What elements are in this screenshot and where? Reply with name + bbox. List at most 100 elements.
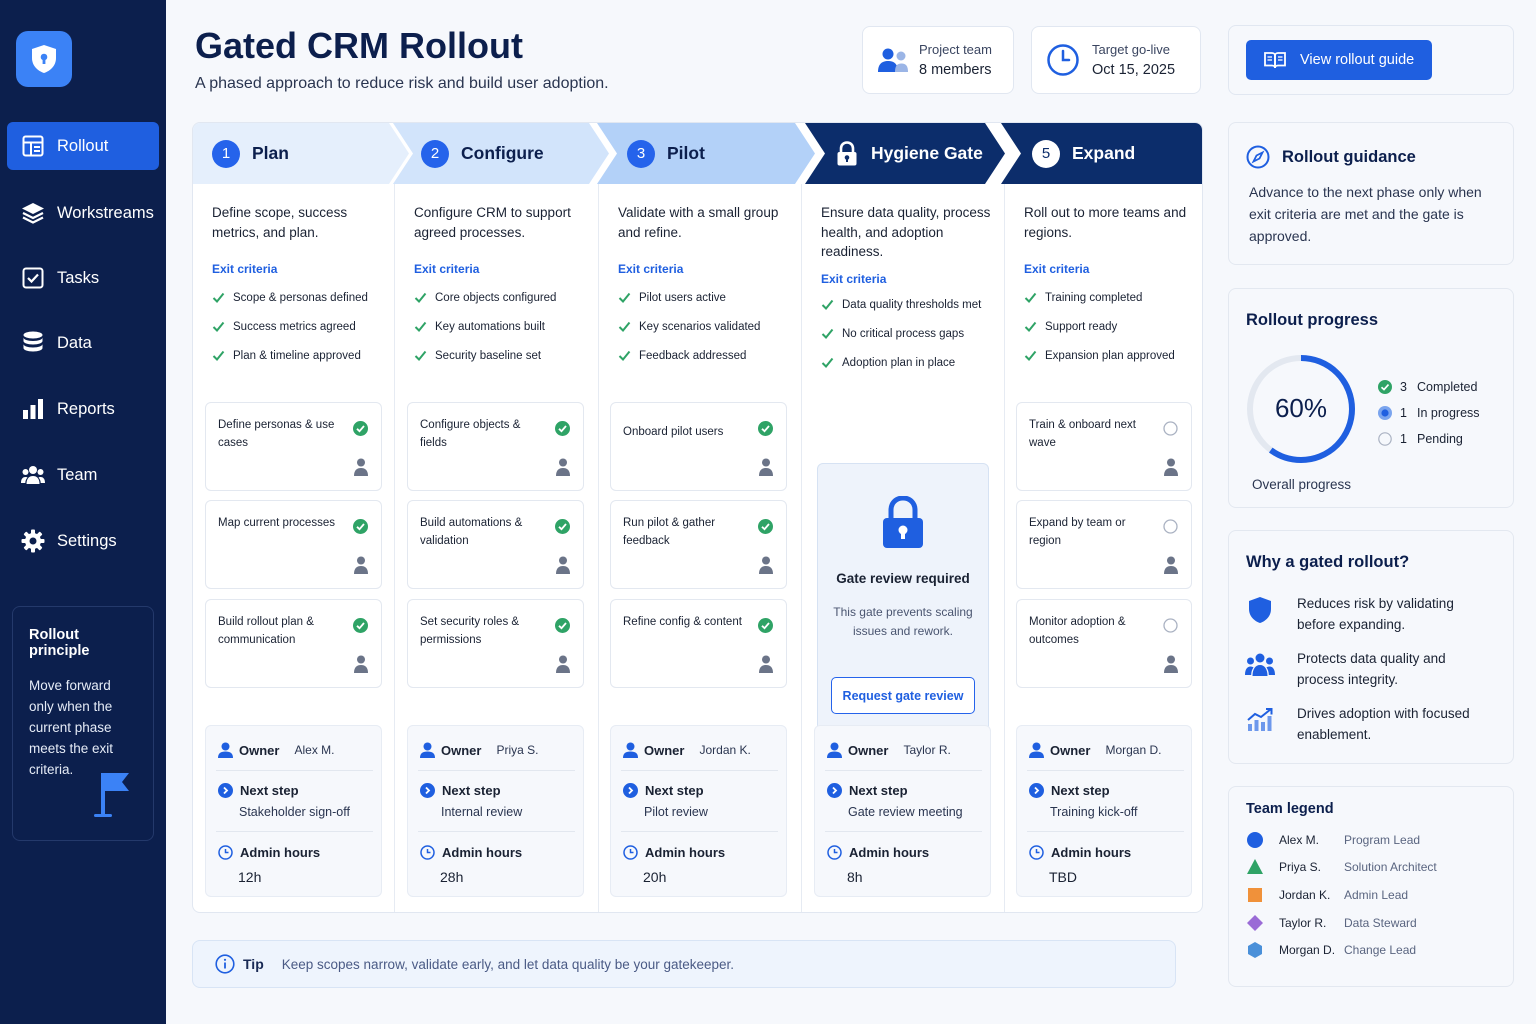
principle-title: Rollout principle	[29, 627, 90, 659]
shield-icon	[1249, 597, 1271, 623]
task-card[interactable]: Monitor adoption & outcomes	[1016, 599, 1192, 688]
task-card[interactable]: Train & onboard next wave	[1016, 402, 1192, 491]
next-step-row: Next step	[420, 783, 501, 798]
exit-criteria-title: Exit criteria	[618, 262, 684, 276]
legend-pending: 1 Pending	[1378, 432, 1463, 446]
owner-row: Owner Alex M.	[218, 742, 334, 758]
check-icon	[821, 328, 834, 339]
phase-hygiene-gate[interactable]: Hygiene Gate	[836, 123, 983, 184]
database-icon	[21, 331, 45, 355]
task-label: Monitor adoption & outcomes	[1029, 616, 1126, 646]
task-card[interactable]: Onboard pilot users	[610, 402, 787, 491]
phase-pilot[interactable]: 3 Pilot	[627, 123, 705, 184]
why-item: Protects data quality and process integr…	[1297, 651, 1446, 687]
golive-label: Target go-live	[1092, 42, 1171, 57]
team-icon	[21, 463, 45, 487]
exit-criterion: Plan & timeline approved	[212, 349, 361, 362]
phase-number: 5	[1032, 139, 1060, 168]
target-golive-stat: Target go-live Oct 15, 2025	[1031, 26, 1201, 94]
phase-column-expand: Roll out to more teams and regions. Exit…	[1005, 184, 1202, 912]
task-card[interactable]: Build rollout plan & communication	[205, 599, 382, 688]
phase-expand[interactable]: 5 Expand	[1032, 123, 1135, 184]
task-card[interactable]: Define personas & use cases	[205, 402, 382, 491]
person-icon	[420, 742, 435, 758]
owner-name: Morgan D.	[1105, 743, 1162, 757]
next-step-value: Stakeholder sign-off	[239, 805, 350, 819]
check-icon	[1024, 321, 1037, 332]
flag-icon	[94, 773, 129, 817]
team-legend-panel: Team legend Alex M. Program Lead Priya S…	[1228, 786, 1514, 987]
team-legend-title: Team legend	[1246, 801, 1334, 817]
sidebar-item-team[interactable]: Team	[7, 451, 159, 499]
sidebar-item-data[interactable]: Data	[7, 319, 159, 367]
team-label: Project team	[919, 42, 992, 57]
book-icon	[1264, 52, 1286, 69]
completed-check-icon	[555, 421, 570, 436]
clock-icon	[827, 845, 842, 860]
sidebar-item-workstreams[interactable]: Workstreams	[7, 189, 159, 237]
task-label: Configure objects & fields	[420, 419, 521, 449]
request-gate-review-button[interactable]: Request gate review	[831, 677, 975, 714]
sidebar-item-rollout[interactable]: Rollout	[7, 122, 159, 170]
completed-check-icon	[758, 421, 773, 436]
task-card[interactable]: Set security roles & permissions	[407, 599, 584, 688]
task-card[interactable]: Build automations & validation	[407, 500, 584, 589]
tip-label: Tip	[243, 956, 264, 972]
exit-criteria-title: Exit criteria	[212, 262, 278, 276]
gate-title: Gate review required	[836, 571, 970, 586]
task-card[interactable]: Configure objects & fields	[407, 402, 584, 491]
user-avatar-icon	[759, 655, 773, 673]
phase-name: Configure	[461, 143, 544, 163]
exit-criteria-title: Exit criteria	[1024, 262, 1090, 276]
phase-name: Plan	[252, 143, 289, 163]
why-item: Drives adoption with focused enablement.	[1297, 706, 1470, 742]
progress-caption: Overall progress	[1252, 477, 1352, 492]
owner-name: Priya S.	[496, 743, 539, 757]
person-icon	[1029, 742, 1044, 758]
task-label: Expand by team or region	[1029, 517, 1126, 547]
admin-hours-row: Admin hours	[623, 845, 725, 860]
sidebar-item-settings[interactable]: Settings	[7, 517, 159, 565]
completed-check-icon	[758, 519, 773, 534]
sidebar-item-reports[interactable]: Reports	[7, 385, 159, 433]
task-label: Run pilot & gather feedback	[623, 517, 716, 547]
exit-criterion: Feedback addressed	[618, 349, 746, 362]
chevron-right-circle-icon	[420, 783, 435, 798]
person-icon	[218, 742, 233, 758]
people-icon	[878, 48, 908, 72]
next-step-row: Next step	[218, 783, 299, 798]
clock-icon	[1047, 44, 1079, 76]
admin-hours-row: Admin hours	[420, 845, 522, 860]
task-label: Refine config & content	[623, 616, 742, 628]
phase-column-pilot: Validate with a small group and refine. …	[599, 184, 801, 912]
task-card[interactable]: Expand by team or region	[1016, 500, 1192, 589]
team-legend-row: Alex M. Program Lead	[1246, 831, 1420, 849]
task-card[interactable]: Map current processes	[205, 500, 382, 589]
bar-chart-icon	[21, 397, 45, 421]
view-rollout-guide-button[interactable]: View rollout guide	[1246, 40, 1432, 80]
sidebar-item-label: Reports	[57, 399, 115, 418]
user-avatar-icon	[759, 458, 773, 476]
admin-hours-value: 12h	[238, 869, 262, 885]
in-progress-icon	[1378, 406, 1392, 420]
phase-name: Pilot	[667, 143, 705, 163]
phase-description: Validate with a small group and refine.	[618, 205, 779, 240]
exit-criterion: Support ready	[1024, 320, 1117, 333]
phase-configure[interactable]: 2 Configure	[421, 123, 544, 184]
task-card[interactable]: Run pilot & gather feedback	[610, 500, 787, 589]
sidebar-item-tasks[interactable]: Tasks	[7, 254, 159, 302]
completed-check-icon	[555, 519, 570, 534]
user-avatar-icon	[1164, 655, 1178, 673]
next-step-value: Internal review	[441, 805, 523, 819]
chevron-right-circle-icon	[1029, 783, 1044, 798]
phase-plan[interactable]: 1 Plan	[212, 123, 289, 184]
hexagon-marker-icon	[1248, 942, 1262, 958]
clock-icon	[420, 845, 435, 860]
next-step-value: Training kick-off	[1050, 805, 1138, 819]
user-avatar-icon	[1164, 556, 1178, 574]
admin-hours-row: Admin hours	[218, 845, 320, 860]
phase-header: 1 Plan 2 Configure 3 Pilot Hygiene Gate …	[193, 123, 1202, 184]
task-card[interactable]: Refine config & content	[610, 599, 787, 688]
app-logo[interactable]	[16, 31, 72, 87]
owner-name: Jordan K.	[699, 743, 751, 757]
